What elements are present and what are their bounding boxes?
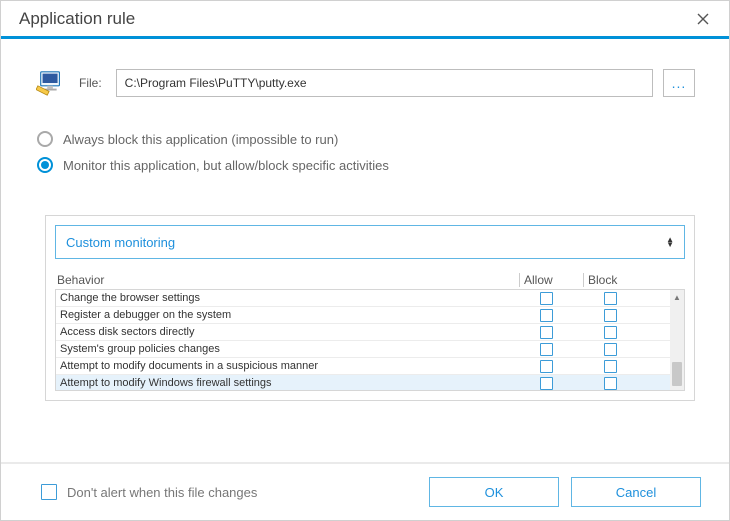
column-behavior: Behavior (55, 273, 519, 287)
radio-label: Monitor this application, but allow/bloc… (63, 158, 389, 173)
table-row[interactable]: System's group policies changes (56, 341, 670, 358)
allow-checkbox[interactable] (540, 326, 553, 339)
behavior-table: Change the browser settings Register a de… (55, 289, 685, 391)
monitor-panel: Custom monitoring ▲▼ Behavior Allow Bloc… (45, 215, 695, 401)
table-row[interactable]: Register a debugger on the system (56, 307, 670, 324)
application-icon (35, 67, 67, 99)
file-row: File: ... (35, 67, 695, 99)
browse-button[interactable]: ... (663, 69, 695, 97)
allow-checkbox[interactable] (540, 309, 553, 322)
table-row[interactable]: Attempt to modify documents in a suspici… (56, 358, 670, 375)
checkbox-label: Don't alert when this file changes (67, 485, 257, 500)
dropdown-label: Custom monitoring (66, 235, 175, 250)
behavior-label: Change the browser settings (56, 292, 532, 304)
dont-alert-checkbox[interactable]: Don't alert when this file changes (41, 484, 417, 500)
scroll-up-icon[interactable]: ▲ (670, 290, 684, 304)
close-button[interactable] (691, 7, 715, 31)
radio-monitor[interactable]: Monitor this application, but allow/bloc… (37, 153, 695, 177)
allow-checkbox[interactable] (540, 343, 553, 356)
block-checkbox[interactable] (604, 360, 617, 373)
table-row[interactable]: Change the browser settings (56, 290, 670, 307)
dialog-content: File: ... Always block this application … (1, 39, 729, 401)
ok-button[interactable]: OK (429, 477, 559, 507)
file-path-input[interactable] (116, 69, 653, 97)
behavior-label: Access disk sectors directly (56, 326, 532, 338)
scroll-track[interactable] (670, 304, 684, 376)
titlebar: Application rule (1, 1, 729, 39)
block-checkbox[interactable] (604, 377, 617, 390)
allow-checkbox[interactable] (540, 360, 553, 373)
column-allow[interactable]: Allow (519, 273, 583, 287)
close-icon (697, 13, 709, 25)
scroll-thumb[interactable] (672, 362, 682, 386)
behavior-label: Attempt to modify Windows firewall setti… (56, 377, 532, 389)
radio-always-block[interactable]: Always block this application (impossibl… (37, 127, 695, 151)
allow-checkbox[interactable] (540, 292, 553, 305)
column-block[interactable]: Block (583, 273, 647, 287)
radio-icon (37, 131, 53, 147)
updown-icon: ▲▼ (666, 237, 674, 247)
behavior-label: Attempt to modify documents in a suspici… (56, 360, 532, 372)
allow-checkbox[interactable] (540, 377, 553, 390)
radio-label: Always block this application (impossibl… (63, 132, 338, 147)
behavior-label: System's group policies changes (56, 343, 532, 355)
scrollbar[interactable]: ▲ ▼ (670, 290, 684, 390)
block-checkbox[interactable] (604, 326, 617, 339)
window-title: Application rule (19, 9, 691, 29)
checkbox-icon (41, 484, 57, 500)
behavior-table-header: Behavior Allow Block (55, 269, 685, 289)
file-label: File: (79, 76, 102, 90)
table-row[interactable]: Access disk sectors directly (56, 324, 670, 341)
behavior-label: Register a debugger on the system (56, 309, 532, 321)
dialog-footer: Don't alert when this file changes OK Ca… (1, 462, 729, 520)
block-checkbox[interactable] (604, 309, 617, 322)
table-row[interactable]: Attempt to modify Windows firewall setti… (56, 375, 670, 391)
mode-radio-group: Always block this application (impossibl… (37, 127, 695, 177)
cancel-button[interactable]: Cancel (571, 477, 701, 507)
ellipsis-icon: ... (672, 75, 687, 91)
block-checkbox[interactable] (604, 292, 617, 305)
radio-icon (37, 157, 53, 173)
block-checkbox[interactable] (604, 343, 617, 356)
monitoring-preset-dropdown[interactable]: Custom monitoring ▲▼ (55, 225, 685, 259)
